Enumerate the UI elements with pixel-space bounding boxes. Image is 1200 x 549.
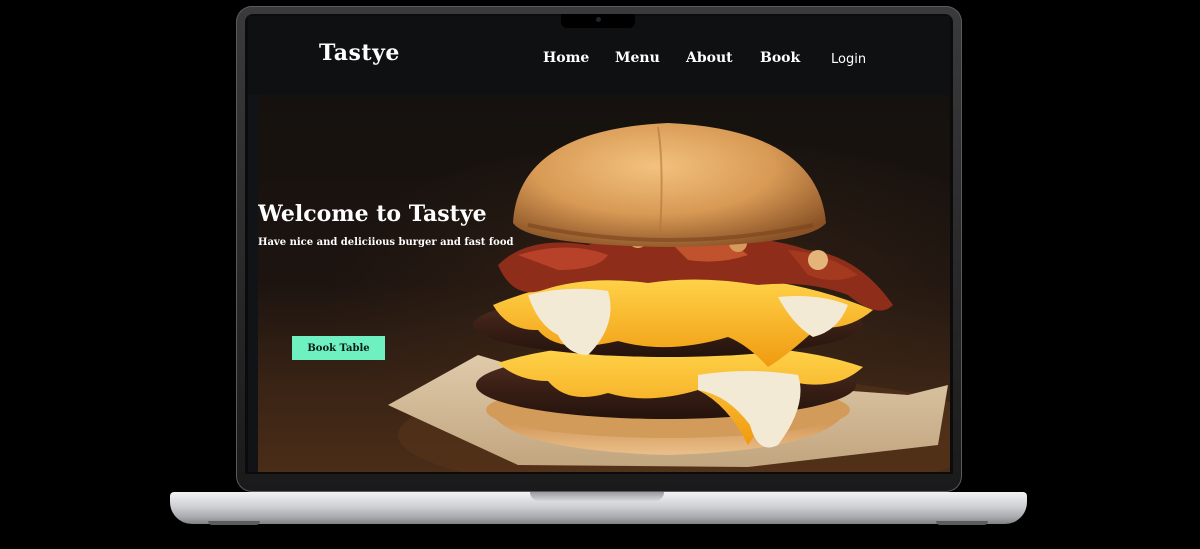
book-table-button[interactable]: Book Table [292, 336, 385, 360]
brand-logo[interactable]: Tastye [319, 40, 400, 66]
laptop-foot-left [208, 521, 260, 525]
website-screen: Tastye Home Menu About Book Login Welcom… [248, 16, 950, 472]
nav-link-about[interactable]: About [686, 50, 733, 66]
hero-section: Welcome to Tastye Have nice and deliciio… [258, 95, 950, 472]
screen-chin [244, 474, 954, 484]
login-link[interactable]: Login [831, 52, 866, 67]
laptop-foot-right [936, 521, 988, 525]
camera-icon [596, 17, 601, 22]
nav-link-book[interactable]: Book [760, 50, 800, 66]
burger-photo [388, 123, 950, 472]
laptop-opening-notch [530, 492, 664, 501]
nav-link-menu[interactable]: Menu [615, 50, 660, 66]
hero-title: Welcome to Tastye [258, 201, 487, 227]
hero-subtitle: Have nice and deliciious burger and fast… [258, 237, 514, 248]
nav-link-home[interactable]: Home [543, 50, 589, 66]
